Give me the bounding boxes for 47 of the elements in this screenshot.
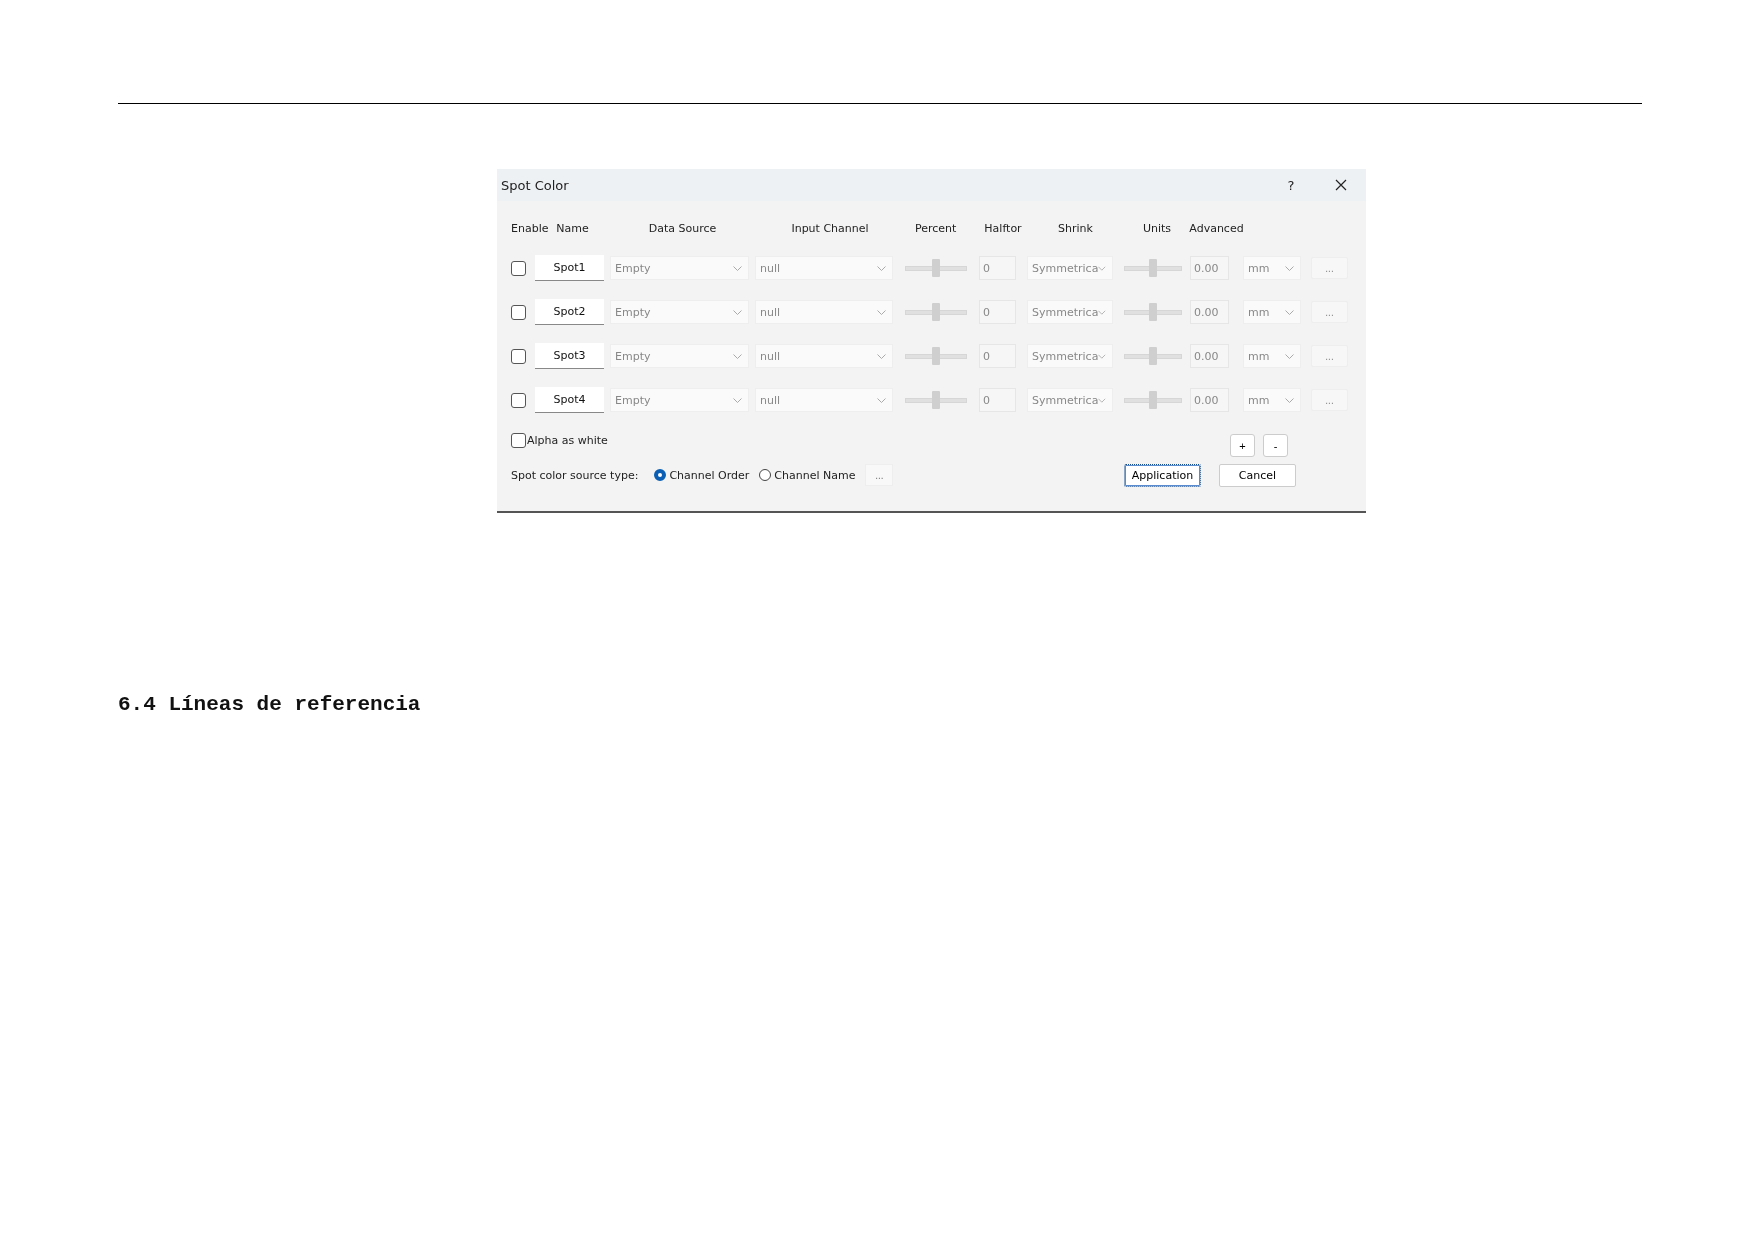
chevron-icon [1098, 397, 1106, 403]
add-button[interactable]: + [1230, 434, 1255, 457]
dialog-button[interactable]: Application [1124, 463, 1201, 487]
column-header: Units [1142, 221, 1172, 235]
chevron-icon [1285, 397, 1294, 403]
column-header: Percent [915, 221, 957, 235]
chevron-icon [733, 353, 742, 359]
radio-option[interactable]: Channel Order [654, 468, 750, 482]
chevron-icon [877, 397, 886, 403]
chevron-icon [877, 265, 886, 271]
column-header: Advanced [1189, 221, 1244, 235]
column-header: Enable [511, 221, 549, 235]
chevron-icon [1098, 265, 1106, 271]
dialog-button[interactable]: Cancel [1219, 463, 1296, 487]
help-button[interactable]: ? [1266, 169, 1316, 201]
remove-button[interactable]: - [1263, 434, 1288, 457]
checkbox-label: Alpha as white [527, 433, 608, 447]
chevron-icon [1285, 309, 1294, 315]
chevron-icon [733, 309, 742, 315]
column-header: Input Channel [791, 221, 869, 235]
chevron-icon [877, 309, 886, 315]
percent-slider[interactable] [905, 346, 967, 366]
close-icon [1335, 179, 1347, 191]
chevron-icon [1285, 265, 1294, 271]
percent-slider[interactable] [905, 302, 967, 322]
chevron-icon [1098, 309, 1106, 315]
shrink-slider[interactable] [1124, 302, 1182, 322]
chevron-icon [877, 353, 886, 359]
window-title: Spot Color [501, 177, 570, 193]
column-header: Shrink [1058, 221, 1093, 235]
percent-slider[interactable] [905, 258, 967, 278]
column-header: Data Source [648, 221, 717, 235]
chevron-icon [1285, 353, 1294, 359]
column-header: Name [556, 221, 589, 235]
chevron-icon [733, 397, 742, 403]
alpha-checkbox[interactable] [511, 432, 526, 448]
section-heading: 6.4 Líneas de referencia [118, 693, 422, 716]
chevron-icon [733, 265, 742, 271]
chevron-icon [1098, 353, 1106, 359]
shrink-slider[interactable] [1124, 258, 1182, 278]
shrink-slider[interactable] [1124, 390, 1182, 410]
percent-slider[interactable] [905, 390, 967, 410]
more-button[interactable]: ... [865, 464, 894, 486]
shrink-slider[interactable] [1124, 346, 1182, 366]
source-type-label: Spot color source type: [511, 468, 639, 482]
radio-option[interactable]: Channel Name [759, 468, 856, 482]
column-header: Halftor [984, 221, 1022, 235]
